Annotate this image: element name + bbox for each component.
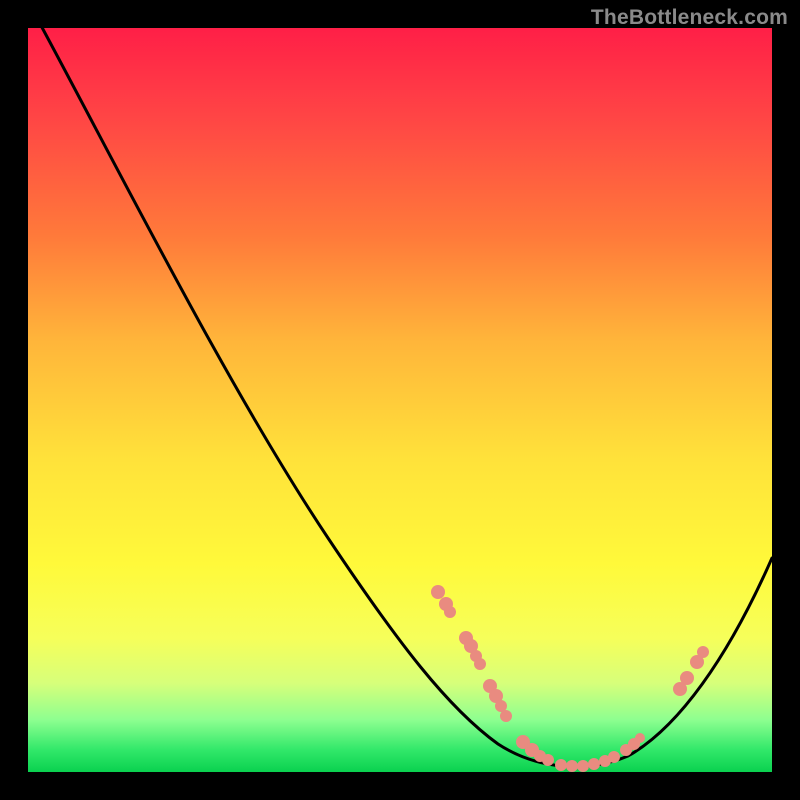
marker-dot bbox=[588, 758, 600, 770]
marker-dot bbox=[566, 760, 578, 772]
marker-dot bbox=[542, 754, 554, 766]
marker-dot bbox=[431, 585, 445, 599]
marker-dot bbox=[500, 710, 512, 722]
marker-dot bbox=[697, 646, 709, 658]
marker-dot bbox=[680, 671, 694, 685]
marker-dot bbox=[474, 658, 486, 670]
marker-dot bbox=[635, 733, 645, 743]
bottleneck-curve bbox=[38, 20, 772, 767]
marker-dot bbox=[444, 606, 456, 618]
chart-svg bbox=[28, 28, 772, 772]
marker-dot bbox=[555, 759, 567, 771]
plot-area bbox=[28, 28, 772, 772]
marker-dot bbox=[577, 760, 589, 772]
marker-dot bbox=[608, 751, 620, 763]
watermark-text: TheBottleneck.com bbox=[591, 6, 788, 30]
